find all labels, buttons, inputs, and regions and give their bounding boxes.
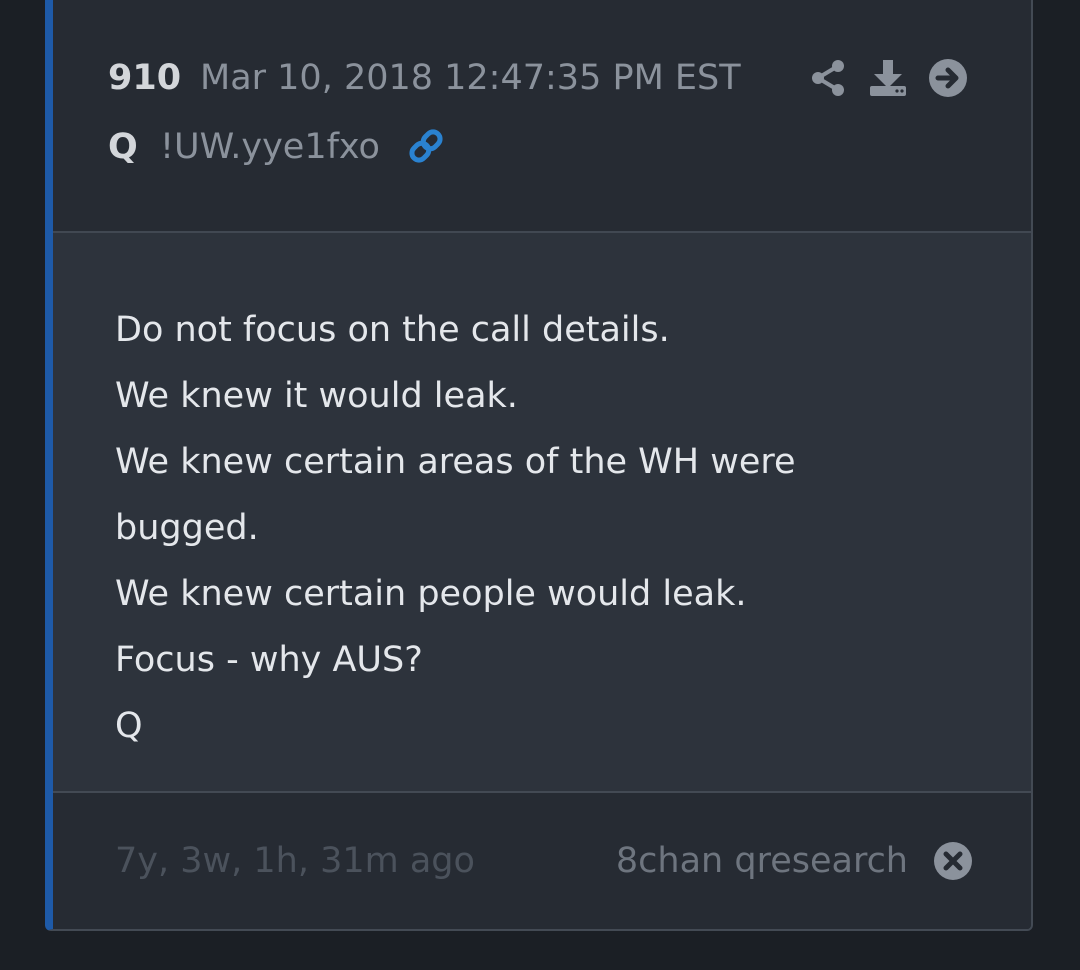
post-text-line: bugged.: [115, 508, 259, 548]
post-text-line: We knew certain areas of the WH were: [115, 442, 796, 482]
download-icon[interactable]: [868, 58, 908, 98]
post-number[interactable]: 910: [108, 58, 181, 98]
author-name: Q: [108, 127, 138, 167]
arrow-right-circle-icon[interactable]: [928, 58, 968, 98]
post-text-line: Q: [115, 706, 143, 746]
post-text-line: Focus - why AUS?: [115, 640, 423, 680]
post-age: 7y, 3w, 1h, 31m ago: [115, 841, 475, 881]
close-circle-icon[interactable]: [933, 841, 973, 881]
post-source: 8chan qresearch: [615, 841, 908, 881]
post-header: 910 Mar 10, 2018 12:47:35 PM EST Q !UW.y…: [53, 0, 1031, 233]
author-tripcode: !UW.yye1fxo: [160, 127, 380, 167]
link-icon[interactable]: [406, 126, 446, 166]
post-card: 910 Mar 10, 2018 12:47:35 PM EST Q !UW.y…: [45, 0, 1033, 931]
post-text-line: We knew it would leak.: [115, 376, 518, 416]
share-icon[interactable]: [808, 58, 848, 98]
post-text: Do not focus on the call details. We kne…: [115, 297, 895, 759]
post-text-line: We knew certain people would leak.: [115, 574, 747, 614]
post-text-line: Do not focus on the call details.: [115, 310, 670, 350]
post-body: Do not focus on the call details. We kne…: [53, 233, 1031, 793]
post-timestamp: Mar 10, 2018 12:47:35 PM EST: [200, 58, 741, 98]
post-footer: 7y, 3w, 1h, 31m ago 8chan qresearch: [53, 793, 1031, 929]
